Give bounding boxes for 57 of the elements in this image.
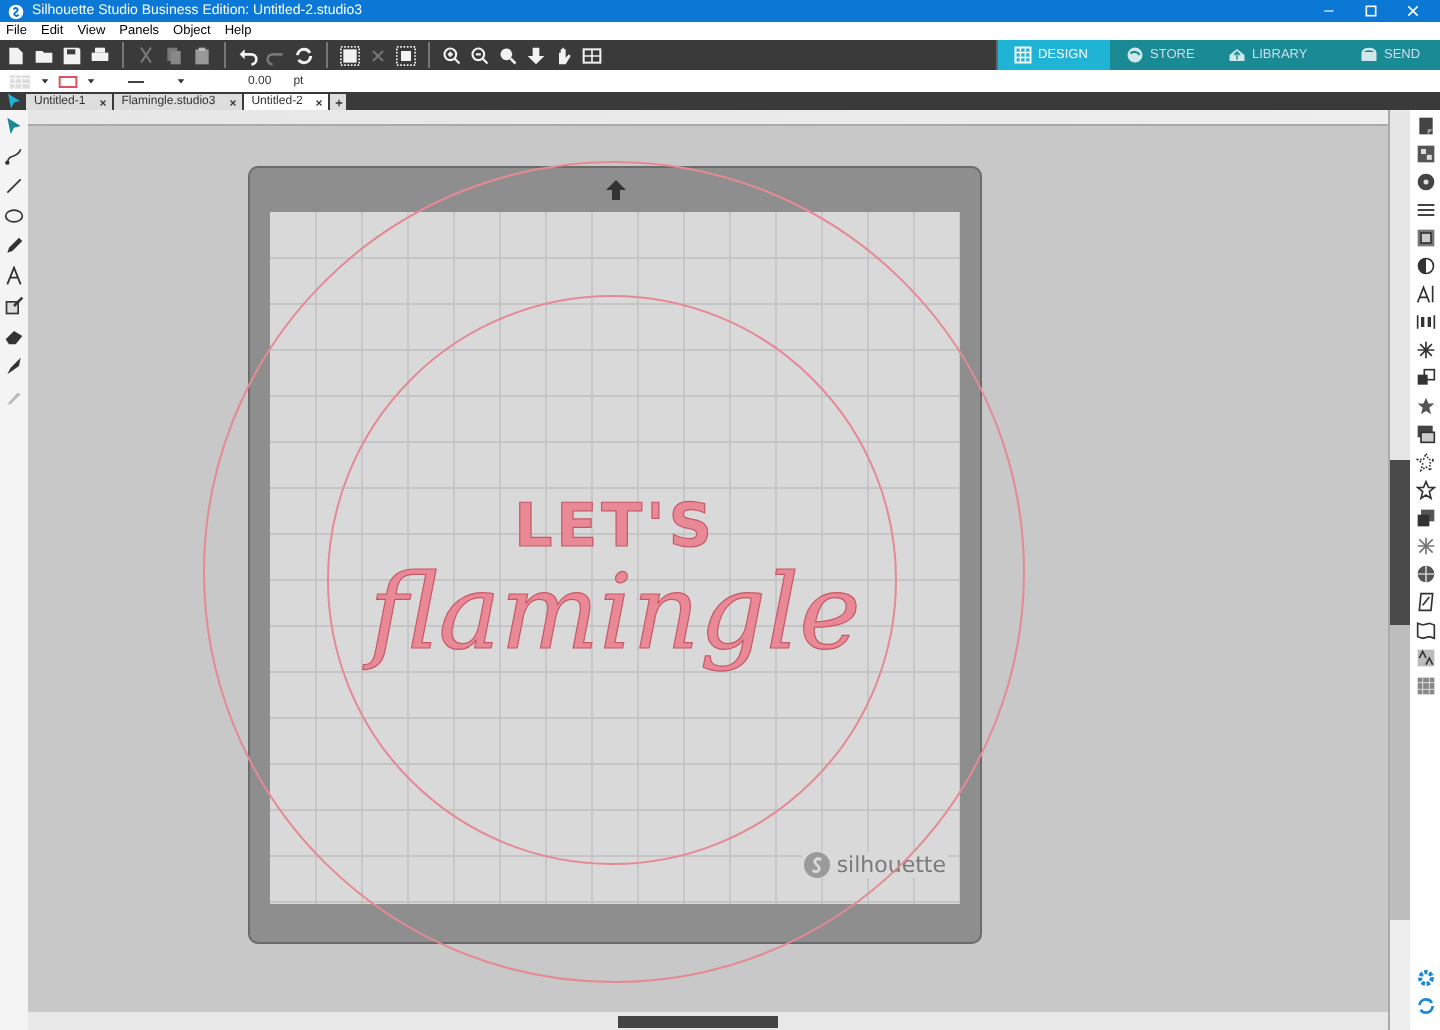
ungroup-icon[interactable] <box>368 45 388 65</box>
dotted-star-icon[interactable] <box>1415 452 1435 472</box>
dropdown-caret-icon[interactable] <box>40 76 50 86</box>
ellipse-tool-icon[interactable] <box>4 206 24 226</box>
scrollbar-thumb[interactable] <box>618 1015 778 1027</box>
folder-icon[interactable] <box>34 45 54 65</box>
star-icon[interactable] <box>1415 396 1435 416</box>
group-icon[interactable] <box>340 45 360 65</box>
half-circle-icon[interactable] <box>1415 256 1435 276</box>
copy-icon[interactable] <box>164 45 184 65</box>
align-icon[interactable] <box>1415 312 1435 332</box>
text-tool-icon[interactable] <box>4 266 24 286</box>
close-icon[interactable] <box>227 97 238 107</box>
zoom-out-icon[interactable] <box>470 45 490 65</box>
globe-icon[interactable] <box>1415 564 1435 584</box>
dropdown-caret-icon[interactable] <box>176 76 186 86</box>
pencil-icon[interactable] <box>4 236 24 256</box>
framed-square-icon[interactable] <box>1415 228 1435 248</box>
dropdown-caret-icon[interactable] <box>86 76 96 86</box>
maximize-icon[interactable] <box>1364 4 1378 18</box>
star-outline-icon[interactable] <box>1415 480 1435 500</box>
save-icon[interactable] <box>62 45 82 65</box>
minimize-icon[interactable] <box>1322 4 1336 18</box>
page-icon[interactable] <box>1415 116 1435 136</box>
map-icon[interactable] <box>1415 620 1435 640</box>
fill-tool-icon[interactable] <box>4 296 24 316</box>
undo-icon[interactable] <box>238 45 258 65</box>
overlap-squares-icon[interactable] <box>1415 368 1435 388</box>
text-cursor-icon[interactable] <box>1415 284 1435 304</box>
new-document-icon[interactable] <box>6 45 26 65</box>
layers-icon[interactable] <box>1415 424 1435 444</box>
line-color-icon[interactable] <box>56 71 80 91</box>
line-tool-icon[interactable] <box>4 176 24 196</box>
zoom-select-icon[interactable] <box>498 45 518 65</box>
settings-icon[interactable] <box>1415 968 1435 988</box>
fit-page-icon[interactable] <box>582 45 602 65</box>
burst-icon[interactable] <box>1415 536 1435 556</box>
close-icon[interactable] <box>97 97 108 107</box>
stacked-squares-icon[interactable] <box>1415 508 1435 528</box>
stripes-icon[interactable] <box>1415 200 1435 220</box>
clipboard-icon[interactable] <box>192 45 212 65</box>
close-icon[interactable] <box>314 97 325 107</box>
sparkle-icon[interactable] <box>1415 340 1435 360</box>
hand-icon[interactable] <box>554 45 574 65</box>
zoom-in-icon[interactable] <box>442 45 462 65</box>
down-arrow-icon[interactable] <box>526 45 546 65</box>
text-pattern-icon[interactable] <box>1415 648 1435 668</box>
knife-icon[interactable] <box>4 356 24 376</box>
horizontal-scrollbar[interactable] <box>28 1012 1388 1030</box>
design-text: LET'S <box>514 492 716 562</box>
eraser-icon[interactable] <box>4 326 24 346</box>
printer-icon[interactable] <box>90 45 110 65</box>
pattern-icon[interactable] <box>1415 676 1435 696</box>
up-arrow-icon <box>601 178 629 202</box>
curve-tool-icon[interactable] <box>4 146 24 166</box>
image-grid-icon[interactable] <box>1415 144 1435 164</box>
scissors-icon[interactable] <box>136 45 156 65</box>
